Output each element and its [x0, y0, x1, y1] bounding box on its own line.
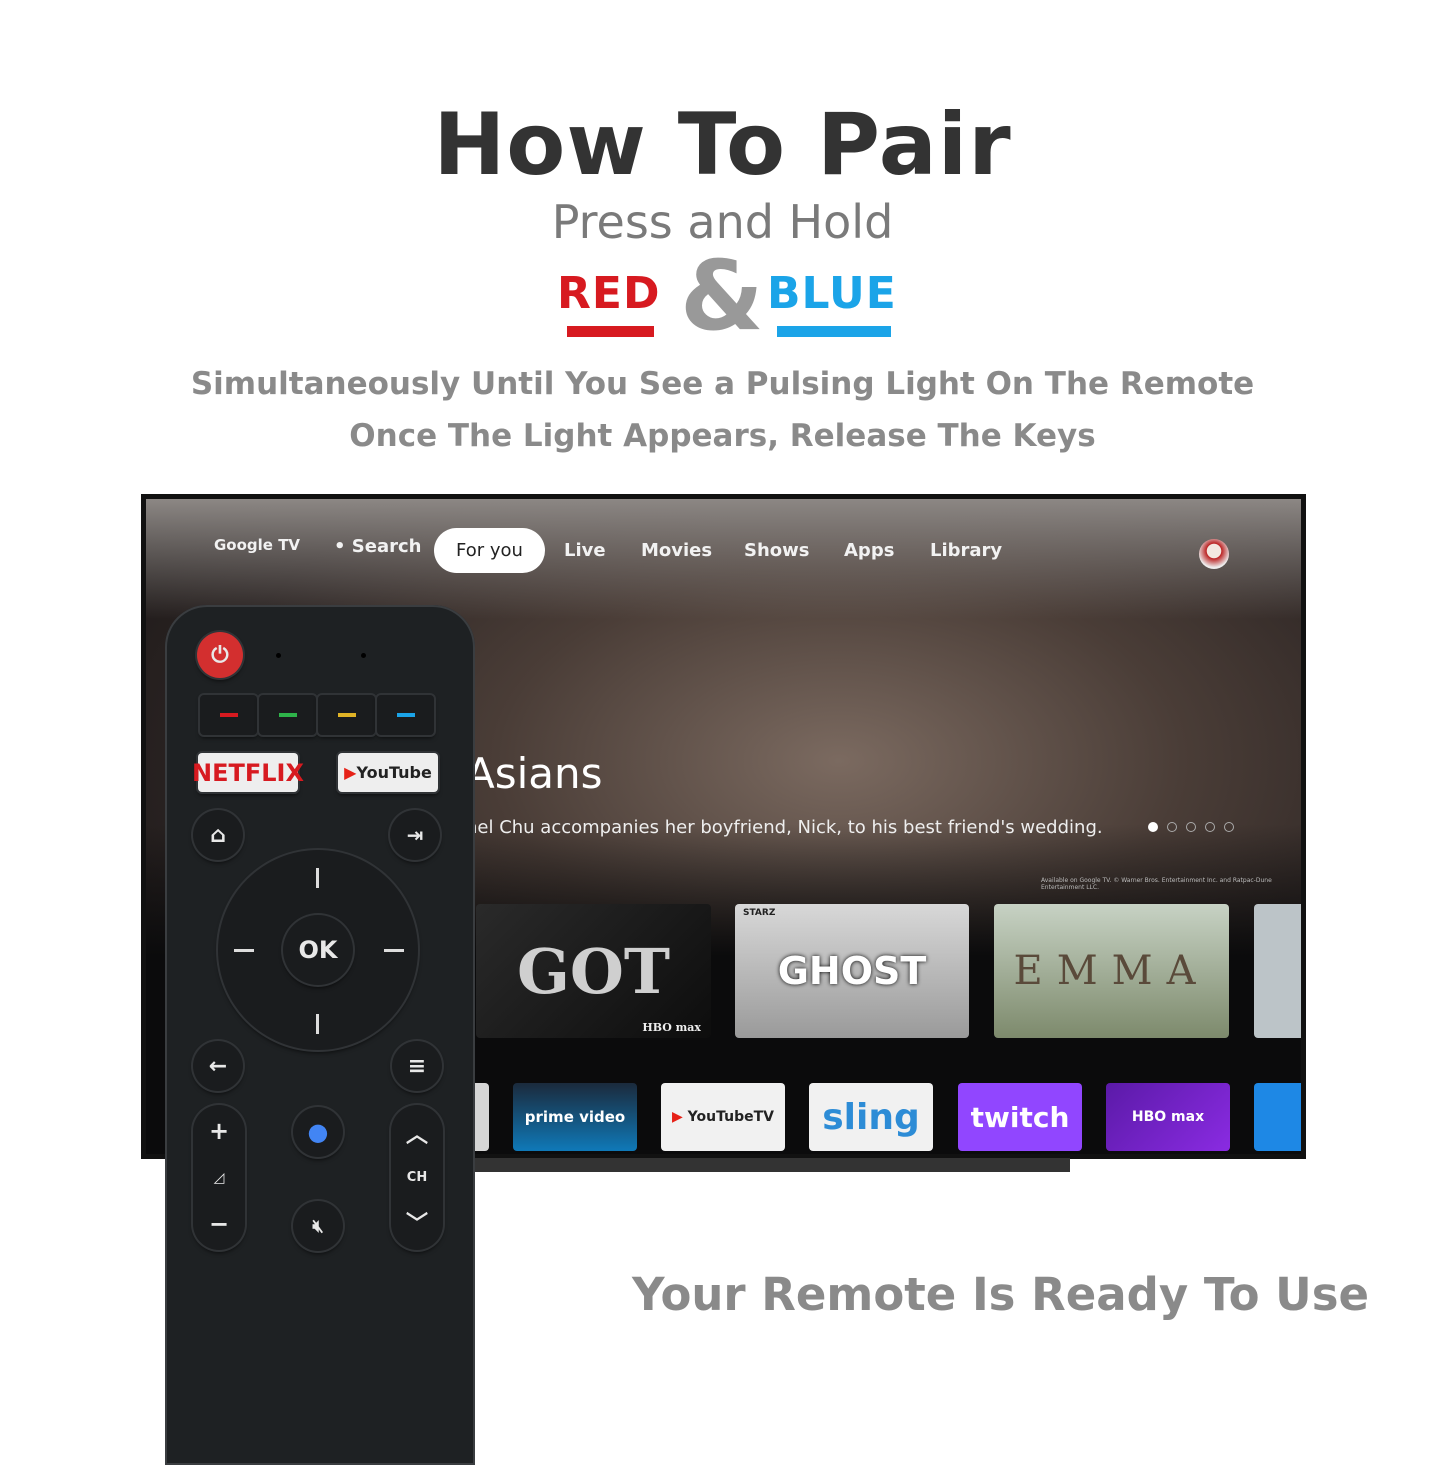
- card-badge: STARZ: [743, 908, 776, 918]
- tab-movies[interactable]: Movies: [641, 540, 712, 561]
- blue-text: BLUE: [767, 268, 897, 319]
- carousel-dot-active[interactable]: [1148, 822, 1158, 832]
- carousel-dot[interactable]: [1224, 822, 1234, 832]
- tab-for-you[interactable]: For you: [434, 528, 545, 573]
- red-mark: [219, 713, 238, 717]
- back-arrow-icon: ←: [208, 1053, 228, 1079]
- channel-rocker[interactable]: ︿ CH ﹀: [391, 1105, 443, 1250]
- app-label: YouTubeTV: [687, 1109, 774, 1125]
- youtube-icon: ▶: [344, 763, 357, 782]
- app-prime-video[interactable]: prime video: [513, 1083, 637, 1151]
- page-title: How To Pair: [433, 95, 1012, 195]
- yellow-mark: [337, 713, 356, 717]
- channel-up-icon[interactable]: ︿: [406, 1117, 428, 1149]
- google-tv-logo: Google TV: [214, 536, 301, 554]
- instruction-line-1: Simultaneously Until You See a Pulsing L…: [190, 366, 1255, 402]
- ready-message: Your Remote Is Ready To Use: [632, 1268, 1370, 1321]
- app-twitch[interactable]: twitch: [958, 1083, 1082, 1151]
- channel-label: CH: [406, 1170, 428, 1185]
- tab-shows[interactable]: Shows: [744, 540, 810, 561]
- volume-rocker[interactable]: + ◿ −: [193, 1105, 245, 1250]
- carousel-dot[interactable]: [1186, 822, 1196, 832]
- profile-avatar[interactable]: [1199, 539, 1229, 569]
- hero-description: hel Chu accompanies her boyfriend, Nick,…: [466, 817, 1103, 838]
- card-badge: HBO max: [642, 1021, 701, 1034]
- carousel-dot[interactable]: [1167, 822, 1177, 832]
- power-icon: ⏻: [211, 642, 229, 668]
- led-indicator: [276, 653, 281, 658]
- home-icon: ⌂: [210, 822, 226, 848]
- app-sling[interactable]: sling: [809, 1083, 933, 1151]
- volume-up[interactable]: +: [209, 1117, 229, 1145]
- remote-control: ⏻ NETFLIX ▶ YouTube ⌂ ⇥ OK ← ≡ + ◿ − ● 🔇︎…: [165, 605, 475, 1465]
- channel-down-icon[interactable]: ﹀: [406, 1206, 428, 1238]
- green-mark: [278, 713, 297, 717]
- volume-down[interactable]: −: [209, 1210, 229, 1238]
- input-button[interactable]: ⇥: [390, 810, 440, 860]
- red-text: RED: [557, 268, 661, 319]
- card-got[interactable]: GOT HBO max: [476, 904, 711, 1038]
- red-button[interactable]: [200, 695, 257, 735]
- legal-text: Available on Google TV. © Warner Bros. E…: [1041, 877, 1272, 891]
- ampersand: &: [680, 240, 765, 352]
- dpad-left[interactable]: [234, 949, 254, 952]
- blue-mark: [396, 713, 415, 717]
- menu-icon: ≡: [407, 1053, 427, 1079]
- app-youtube-tv[interactable]: ▶ YouTubeTV: [661, 1083, 785, 1151]
- netflix-button[interactable]: NETFLIX: [192, 753, 304, 792]
- blue-button[interactable]: [377, 695, 434, 735]
- card-emma[interactable]: EMMA: [994, 904, 1229, 1038]
- app-hbo-max[interactable]: HBO max: [1106, 1083, 1230, 1151]
- dpad-right[interactable]: [384, 949, 404, 952]
- ok-button[interactable]: OK: [283, 915, 353, 985]
- yellow-button[interactable]: [318, 695, 375, 735]
- tab-library[interactable]: Library: [930, 540, 1002, 561]
- blue-key-label: BLUE: [767, 268, 897, 337]
- input-icon: ⇥: [406, 823, 424, 847]
- tv-stand: [470, 1158, 1070, 1172]
- carousel-dot[interactable]: [1205, 822, 1215, 832]
- back-button[interactable]: ←: [193, 1041, 243, 1091]
- hero-title: Asians: [466, 749, 603, 798]
- menu-button[interactable]: ≡: [392, 1041, 442, 1091]
- card-title: GHOST: [777, 949, 927, 993]
- mute-icon: 🔇︎: [312, 1215, 324, 1237]
- youtube-label: YouTube: [356, 763, 432, 782]
- blue-underline: [777, 326, 891, 337]
- assistant-icon: •: [334, 536, 352, 557]
- key-combo: RED & BLUE: [0, 240, 1445, 352]
- google-assistant-icon: ●: [307, 1118, 329, 1146]
- red-underline: [567, 326, 655, 337]
- app-partial[interactable]: [1254, 1083, 1301, 1151]
- card-title: GOT: [516, 934, 671, 1008]
- search-label: Search: [351, 536, 422, 557]
- nav-search[interactable]: • Search: [334, 536, 421, 557]
- dpad-down[interactable]: [316, 1014, 319, 1034]
- instruction-line-2: Once The Light Appears, Release The Keys: [349, 418, 1096, 454]
- youtube-button[interactable]: ▶ YouTube: [338, 753, 438, 792]
- home-button[interactable]: ⌂: [193, 810, 243, 860]
- tab-live[interactable]: Live: [564, 540, 606, 561]
- assistant-button[interactable]: ●: [293, 1107, 343, 1157]
- mute-button[interactable]: 🔇︎: [293, 1201, 343, 1251]
- power-button[interactable]: ⏻: [197, 632, 243, 678]
- card-ghost[interactable]: GHOST STARZ: [735, 904, 969, 1038]
- youtube-icon: ▶: [672, 1109, 683, 1125]
- volume-icon: ◿: [213, 1169, 225, 1186]
- tab-apps[interactable]: Apps: [844, 540, 894, 561]
- dpad-up[interactable]: [316, 868, 319, 888]
- card-title: EMMA: [1013, 948, 1210, 994]
- green-button[interactable]: [259, 695, 316, 735]
- card-partial[interactable]: [1254, 904, 1301, 1038]
- red-key-label: RED: [557, 268, 661, 337]
- microphone-hole: [361, 653, 366, 658]
